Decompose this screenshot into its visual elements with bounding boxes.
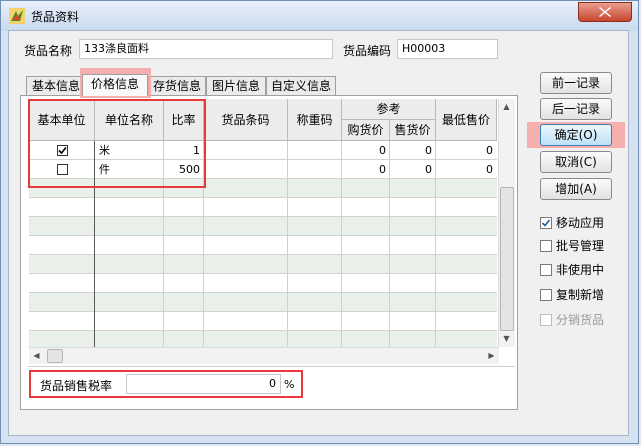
check-icon — [58, 146, 67, 155]
ok-button[interactable]: 确定(O) — [540, 124, 612, 146]
col-unit-name-header[interactable]: 单位名称 — [95, 99, 164, 141]
empty-row[interactable] — [29, 179, 497, 198]
base-unit-checkbox[interactable] — [57, 145, 68, 156]
column-divider — [389, 141, 390, 347]
empty-row[interactable] — [29, 236, 497, 255]
add-button[interactable]: 增加(A) — [540, 178, 612, 200]
check-icon — [541, 219, 551, 227]
unit-name-cell[interactable]: 件 — [95, 160, 164, 179]
col-base-unit-header[interactable]: 基本单位 — [29, 99, 95, 141]
unit-price-grid: 基本单位 单位名称 比率 货品条码 称重码 参考 购货价 售货价 最低售价 米 … — [29, 99, 497, 347]
unit-name-cell[interactable]: 米 — [95, 141, 164, 160]
col-purchase-price-header[interactable]: 购货价 — [342, 120, 390, 141]
base-unit-checkbox[interactable] — [57, 164, 68, 175]
option-mobile-app-checkbox[interactable] — [540, 217, 552, 229]
empty-row[interactable] — [29, 198, 497, 217]
empty-row[interactable] — [29, 331, 497, 347]
tab-stock-info[interactable]: 存货信息 — [148, 76, 206, 95]
app-icon — [9, 8, 25, 24]
product-code-label: 货品编码 — [343, 44, 392, 58]
close-icon — [599, 7, 611, 17]
column-divider — [94, 141, 95, 347]
scroll-right-arrow-icon[interactable]: ▶ — [484, 348, 499, 363]
purchase-price-cell[interactable]: 0 — [342, 160, 390, 179]
col-barcode-header[interactable]: 货品条码 — [204, 99, 288, 141]
tax-rate-input[interactable]: 0 — [126, 374, 281, 394]
empty-row[interactable] — [29, 312, 497, 331]
option-batch-management-label: 批号管理 — [556, 239, 605, 253]
min-price-cell[interactable]: 0 — [436, 160, 497, 179]
column-divider — [203, 141, 204, 347]
window-title: 货品资料 — [31, 10, 80, 24]
column-divider — [341, 141, 342, 347]
scroll-left-arrow-icon[interactable]: ◀ — [29, 348, 44, 363]
option-not-in-use-checkbox[interactable] — [540, 264, 552, 276]
option-distribution-product-checkbox — [540, 314, 552, 326]
column-divider — [435, 141, 436, 347]
column-divider — [163, 141, 164, 347]
tab-price-info[interactable]: 价格信息 — [82, 74, 148, 96]
tax-rate-label: 货品销售税率 — [40, 379, 113, 393]
close-button[interactable] — [578, 2, 632, 22]
option-copy-new-checkbox[interactable] — [540, 289, 552, 301]
col-reference-group-header: 参考 — [342, 99, 436, 120]
empty-row[interactable] — [29, 255, 497, 274]
product-name-input[interactable]: 133涤良面料 — [79, 39, 333, 59]
min-price-cell[interactable]: 0 — [436, 141, 497, 160]
table-row[interactable]: 米 1 0 0 0 — [29, 141, 497, 160]
vertical-scroll-thumb[interactable] — [500, 187, 514, 331]
grid-vertical-scrollbar[interactable]: ▲ ▼ — [498, 99, 515, 347]
cancel-button[interactable]: 取消(C) — [540, 151, 612, 173]
sale-price-cell[interactable]: 0 — [390, 160, 436, 179]
empty-row[interactable] — [29, 217, 497, 236]
prev-record-button[interactable]: 前一记录 — [540, 72, 612, 94]
col-sale-price-header[interactable]: 售货价 — [390, 120, 436, 141]
horizontal-scroll-thumb[interactable] — [47, 349, 63, 363]
column-divider — [287, 141, 288, 347]
option-not-in-use-label: 非使用中 — [556, 263, 605, 277]
tab-image-info[interactable]: 图片信息 — [206, 76, 266, 95]
sale-price-cell[interactable]: 0 — [390, 141, 436, 160]
purchase-price-cell[interactable]: 0 — [342, 141, 390, 160]
option-distribution-product-label: 分销货品 — [556, 313, 605, 327]
next-record-button[interactable]: 后一记录 — [540, 98, 612, 120]
ratio-cell[interactable]: 500 — [164, 160, 204, 179]
ratio-cell[interactable]: 1 — [164, 141, 204, 160]
product-name-label: 货品名称 — [24, 44, 73, 58]
grid-horizontal-scrollbar[interactable]: ◀ ▶ — [29, 347, 499, 364]
col-weigh-code-header[interactable]: 称重码 — [288, 99, 342, 141]
option-batch-management-checkbox[interactable] — [540, 240, 552, 252]
col-ratio-header[interactable]: 比率 — [164, 99, 204, 141]
tax-rate-unit: % — [284, 378, 295, 391]
tab-basic-info[interactable]: 基本信息 — [26, 76, 86, 95]
empty-row[interactable] — [29, 274, 497, 293]
title-bar: 货品资料 — [1, 1, 638, 31]
tab-custom-info[interactable]: 自定义信息 — [266, 76, 336, 95]
option-mobile-app-label: 移动应用 — [556, 216, 605, 230]
empty-row[interactable] — [29, 293, 497, 312]
option-copy-new-label: 复制新增 — [556, 288, 605, 302]
product-code-input[interactable]: H00003 — [397, 39, 498, 59]
table-row[interactable]: 件 500 0 0 0 — [29, 160, 497, 179]
scroll-up-arrow-icon[interactable]: ▲ — [499, 99, 514, 114]
col-min-price-header[interactable]: 最低售价 — [436, 99, 497, 141]
scroll-down-arrow-icon[interactable]: ▼ — [499, 331, 514, 346]
